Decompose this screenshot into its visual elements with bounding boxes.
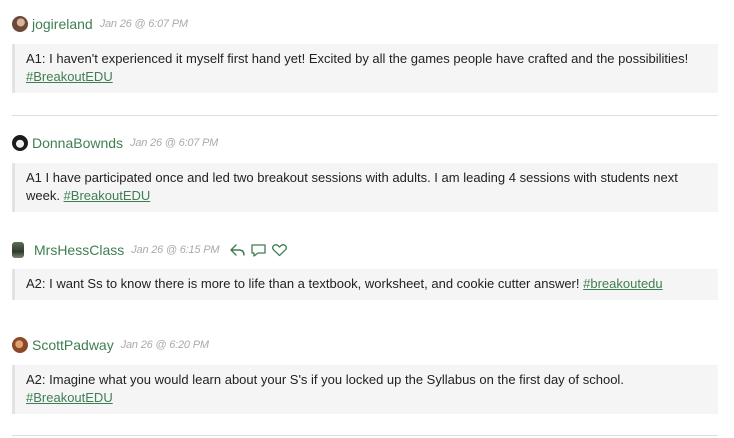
hashtag-link[interactable]: #BreakoutEDU <box>64 188 151 203</box>
hashtag-link[interactable]: #BreakoutEDU <box>26 69 113 84</box>
avatar[interactable] <box>12 16 28 32</box>
quote-icon[interactable] <box>250 243 267 257</box>
post-body: A1 I have participated once and led two … <box>12 163 718 212</box>
hashtag-link[interactable]: #breakoutedu <box>583 276 663 291</box>
avatar[interactable] <box>12 135 28 151</box>
post-header: jogireland Jan 26 @ 6:07 PM <box>12 13 718 35</box>
post-body: A2: I want Ss to know there is more to l… <box>12 269 718 300</box>
post: DonnaBownds Jan 26 @ 6:07 PM A1 I have p… <box>12 132 718 212</box>
avatar[interactable] <box>12 242 24 258</box>
post-body: A2: Imagine what you would learn about y… <box>12 365 718 414</box>
post-header: ScottPadway Jan 26 @ 6:20 PM <box>12 334 718 356</box>
reply-icon[interactable] <box>229 243 246 257</box>
timestamp[interactable]: Jan 26 @ 6:15 PM <box>131 244 219 256</box>
post-body: A1: I haven't experienced it myself firs… <box>12 44 718 93</box>
divider <box>12 115 718 116</box>
username[interactable]: DonnaBownds <box>32 135 123 151</box>
timestamp[interactable]: Jan 26 @ 6:07 PM <box>130 137 218 149</box>
post: MrsHessClass Jan 26 @ 6:15 PM A2: I want… <box>12 239 718 300</box>
timestamp[interactable]: Jan 26 @ 6:07 PM <box>100 18 188 30</box>
post: jogireland Jan 26 @ 6:07 PM A1: I haven'… <box>12 13 718 93</box>
username[interactable]: MrsHessClass <box>34 242 124 258</box>
timestamp[interactable]: Jan 26 @ 6:20 PM <box>121 339 209 351</box>
post-text: A2: Imagine what you would learn about y… <box>26 372 624 387</box>
divider <box>12 435 718 436</box>
post-actions <box>229 243 288 257</box>
username[interactable]: jogireland <box>32 16 93 32</box>
hashtag-link[interactable]: #BreakoutEDU <box>26 390 113 405</box>
username[interactable]: ScottPadway <box>32 337 114 353</box>
post-text: A1: I haven't experienced it myself firs… <box>26 51 689 66</box>
post: ScottPadway Jan 26 @ 6:20 PM A2: Imagine… <box>12 334 718 414</box>
post-text: A2: I want Ss to know there is more to l… <box>26 276 584 291</box>
avatar[interactable] <box>12 337 28 353</box>
heart-icon[interactable] <box>271 243 288 257</box>
post-header: DonnaBownds Jan 26 @ 6:07 PM <box>12 132 718 154</box>
post-header: MrsHessClass Jan 26 @ 6:15 PM <box>12 239 718 261</box>
